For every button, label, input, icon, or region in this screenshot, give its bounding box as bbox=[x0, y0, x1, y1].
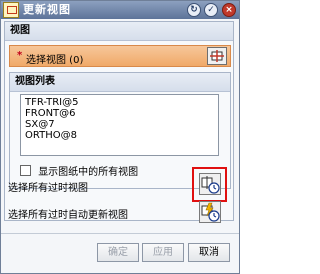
select-outdated-auto-views-button[interactable] bbox=[199, 201, 221, 223]
view-select-icon bbox=[210, 50, 224, 62]
select-view-label: 选择视图 (0) bbox=[26, 55, 84, 66]
dialog-title: 更新视图 bbox=[23, 3, 71, 16]
view-section-header[interactable]: 视图 bbox=[5, 22, 233, 41]
update-view-dialog: 更新视图 ↻ ✓ × 视图 * 选择视图 (0) 视图列表 TFR-TRI@5 … bbox=[0, 0, 240, 274]
apply-button[interactable]: 应用 bbox=[142, 243, 184, 262]
list-item[interactable]: TFR-TRI@5 bbox=[25, 97, 214, 108]
view-listbox[interactable]: TFR-TRI@5 FRONT@6 SX@7 ORTHO@8 bbox=[20, 94, 219, 156]
select-outdated-views-button[interactable] bbox=[199, 173, 221, 195]
outdated-view-clock-icon bbox=[201, 176, 220, 194]
select-outdated-auto-views-label: 选择所有过时自动更新视图 bbox=[8, 210, 128, 221]
title-bar: 更新视图 ↻ ✓ × bbox=[1, 1, 239, 19]
close-icon[interactable]: × bbox=[222, 3, 236, 17]
list-item[interactable]: SX@7 bbox=[25, 119, 214, 130]
refresh-icon[interactable]: ↻ bbox=[187, 3, 201, 17]
show-all-views-checkbox[interactable] bbox=[20, 165, 31, 176]
select-outdated-views-label: 选择所有过时视图 bbox=[8, 183, 88, 194]
list-item[interactable]: ORTHO@8 bbox=[25, 130, 214, 141]
show-all-views-option[interactable]: 显示图纸中的所有视图 bbox=[20, 163, 138, 178]
cancel-button[interactable]: 取消 bbox=[188, 243, 230, 262]
ok-button[interactable]: 确定 bbox=[97, 243, 139, 262]
required-mark: * bbox=[17, 50, 23, 61]
confirm-check-icon[interactable]: ✓ bbox=[204, 3, 218, 17]
outdated-auto-view-icon bbox=[201, 202, 220, 222]
select-view-row[interactable]: * 选择视图 (0) bbox=[9, 45, 231, 67]
view-list-header[interactable]: 视图列表 bbox=[10, 73, 230, 92]
select-view-button[interactable] bbox=[207, 47, 227, 65]
list-item[interactable]: FRONT@6 bbox=[25, 108, 214, 119]
dialog-button-bar: 确定 应用 取消 bbox=[1, 233, 239, 274]
dialog-app-icon bbox=[3, 2, 19, 18]
show-all-views-label: 显示图纸中的所有视图 bbox=[38, 167, 139, 178]
